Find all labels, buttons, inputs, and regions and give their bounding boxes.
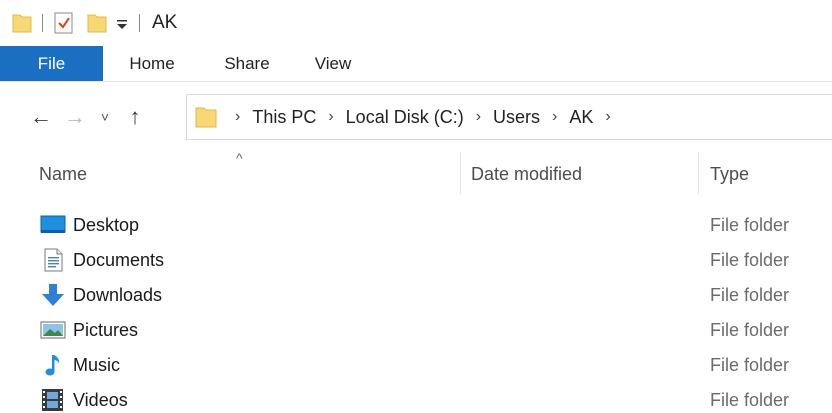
ribbon-tabs: File Home Share View [0, 46, 832, 82]
tab-file[interactable]: File [0, 46, 103, 81]
title-bar: AK [0, 0, 832, 46]
music-icon [40, 353, 66, 377]
back-arrow-icon[interactable]: ← [24, 97, 58, 137]
documents-icon [40, 248, 66, 272]
file-type: File folder [710, 355, 790, 375]
file-name: Downloads [73, 285, 163, 305]
column-header-name[interactable]: Name [39, 164, 87, 185]
list-item-desktop[interactable]: Desktop File folder [0, 208, 832, 243]
tab-share[interactable]: Share [201, 46, 293, 81]
column-divider[interactable] [460, 152, 461, 194]
file-type: File folder [710, 320, 790, 340]
tab-view[interactable]: View [293, 46, 373, 81]
sort-ascending-icon: ^ [236, 150, 243, 166]
list-item-documents[interactable]: Documents File folder [0, 243, 832, 278]
file-type: File folder [710, 215, 790, 235]
new-folder-icon[interactable] [87, 12, 107, 34]
list-item-downloads[interactable]: Downloads File folder [0, 278, 832, 313]
breadcrumb-chevron-icon[interactable]: › [476, 108, 481, 126]
file-type: File folder [710, 390, 790, 410]
file-name: Videos [73, 390, 128, 410]
file-name: Pictures [73, 320, 139, 340]
breadcrumb-chevron-icon[interactable]: › [605, 108, 610, 126]
folder-icon[interactable] [12, 12, 32, 34]
forward-arrow-icon[interactable]: → [58, 97, 92, 137]
recent-locations-chevron-icon[interactable]: ˅ [92, 97, 118, 137]
breadcrumb-chevron-icon[interactable]: › [235, 108, 240, 126]
toolbar-separator [42, 14, 43, 32]
file-name: Desktop [73, 215, 140, 235]
file-list: Desktop File folder Documents File folde… [0, 208, 832, 413]
up-arrow-icon[interactable]: ↑ [118, 97, 152, 137]
navigation-bar: ← → ˅ ↑ › This PC › Local Disk (C:) › Us… [0, 82, 832, 152]
properties-icon[interactable] [53, 11, 75, 35]
column-headers: ^ Name Date modified Type [0, 150, 832, 196]
breadcrumb-chevron-icon[interactable]: › [552, 108, 557, 126]
videos-icon [40, 388, 66, 412]
breadcrumb-users[interactable]: Users [493, 107, 540, 128]
folder-icon [195, 105, 217, 129]
file-name: Music [73, 355, 121, 375]
tab-home[interactable]: Home [103, 46, 201, 81]
breadcrumb-chevron-icon[interactable]: › [328, 108, 333, 126]
list-item-music[interactable]: Music File folder [0, 348, 832, 383]
downloads-icon [40, 283, 66, 307]
address-bar[interactable]: › This PC › Local Disk (C:) › Users › AK… [186, 94, 832, 140]
list-item-pictures[interactable]: Pictures File folder [0, 313, 832, 348]
pictures-icon [40, 318, 66, 342]
desktop-icon [40, 213, 66, 237]
file-name: Documents [73, 250, 165, 270]
column-header-type[interactable]: Type [710, 164, 749, 185]
file-type: File folder [710, 285, 790, 305]
file-type: File folder [710, 250, 790, 270]
window-title: AK [152, 12, 178, 33]
column-divider[interactable] [698, 152, 699, 194]
customize-dropdown-icon[interactable] [115, 15, 129, 31]
toolbar-separator [139, 14, 140, 32]
list-item-videos[interactable]: Videos File folder [0, 383, 832, 413]
breadcrumb-ak[interactable]: AK [569, 107, 593, 128]
column-header-date-modified[interactable]: Date modified [471, 164, 582, 185]
breadcrumb-local-disk[interactable]: Local Disk (C:) [346, 107, 464, 128]
breadcrumb-this-pc[interactable]: This PC [252, 107, 316, 128]
